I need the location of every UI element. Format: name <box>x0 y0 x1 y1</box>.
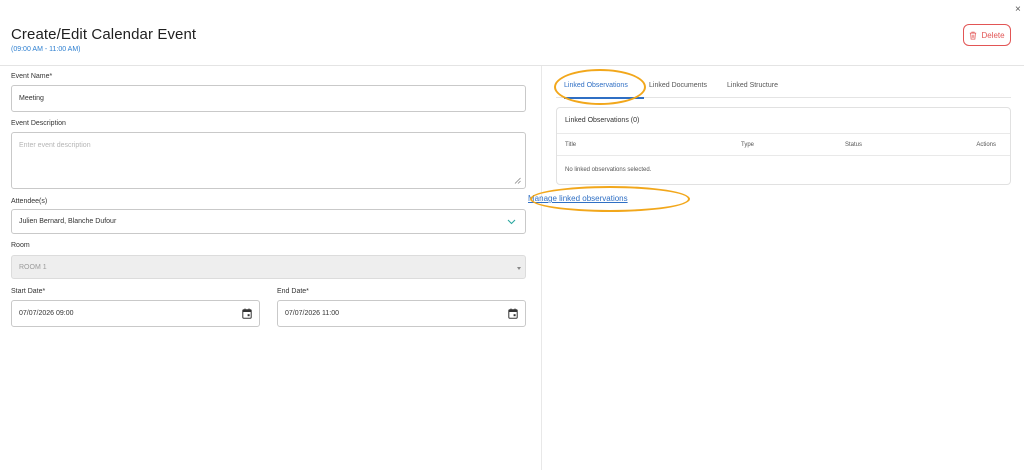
tab-linked-structure[interactable]: Linked Structure <box>727 82 778 89</box>
attendees-label: Attendee(s) <box>11 198 48 205</box>
room-select: ROOM 1 <box>11 255 526 279</box>
attendees-select[interactable]: Julien Bernard, Blanche Dufour <box>11 209 526 234</box>
page-header: Create/Edit Calendar Event (09:00 AM - 1… <box>0 0 1024 66</box>
chevron-down-icon <box>507 219 516 225</box>
end-date-value: 07/07/2026 11:00 <box>285 310 339 317</box>
end-date-label: End Date* <box>277 288 309 295</box>
table-header: Title Type Status Actions <box>557 133 1010 156</box>
calendar-icon[interactable] <box>508 308 518 319</box>
attendees-value: Julien Bernard, Blanche Dufour <box>19 218 117 225</box>
column-title: Title <box>565 142 577 148</box>
tab-linked-documents[interactable]: Linked Documents <box>649 82 707 89</box>
room-label: Room <box>11 242 30 249</box>
linked-observations-title: Linked Observations (0) <box>565 117 640 124</box>
event-description-textarea[interactable]: Enter event description <box>11 132 526 189</box>
tab-linked-observations[interactable]: Linked Observations <box>564 82 628 89</box>
delete-button-label: Delete <box>981 30 1005 40</box>
event-time-range: (09:00 AM - 11:00 AM) <box>11 46 81 53</box>
event-name-label: Event Name* <box>11 73 53 80</box>
start-date-value: 07/07/2026 09:00 <box>19 310 74 317</box>
event-description-placeholder: Enter event description <box>19 142 91 149</box>
close-icon[interactable]: × <box>1015 4 1021 15</box>
manage-linked-observations-link[interactable]: Manage linked observations <box>528 194 628 203</box>
event-name-input[interactable]: Meeting <box>11 85 526 112</box>
column-type: Type <box>741 142 755 148</box>
delete-button[interactable]: Delete <box>963 24 1011 46</box>
end-date-input[interactable]: 07/07/2026 11:00 <box>277 300 526 327</box>
calendar-icon[interactable] <box>242 308 252 319</box>
column-status: Status <box>845 142 863 148</box>
tab-bar: Linked Observations Linked Documents Lin… <box>556 78 1011 99</box>
linked-items-panel: Linked Observations Linked Documents Lin… <box>543 66 1024 470</box>
column-actions: Actions <box>976 142 996 148</box>
event-name-value: Meeting <box>19 95 44 102</box>
page-title: Create/Edit Calendar Event <box>11 26 197 43</box>
empty-state-message: No linked observations selected. <box>565 167 652 173</box>
event-description-label: Event Description <box>11 120 66 127</box>
caret-down-icon <box>517 267 521 270</box>
room-value: ROOM 1 <box>19 263 47 271</box>
resize-handle-icon[interactable] <box>514 177 521 184</box>
event-form: Event Name* Meeting Event Description En… <box>0 66 542 470</box>
start-date-label: Start Date* <box>11 288 46 295</box>
trash-icon <box>970 31 977 39</box>
active-tab-indicator <box>564 97 644 99</box>
linked-observations-table: Linked Observations (0) Title Type Statu… <box>556 107 1011 185</box>
start-date-input[interactable]: 07/07/2026 09:00 <box>11 300 260 327</box>
